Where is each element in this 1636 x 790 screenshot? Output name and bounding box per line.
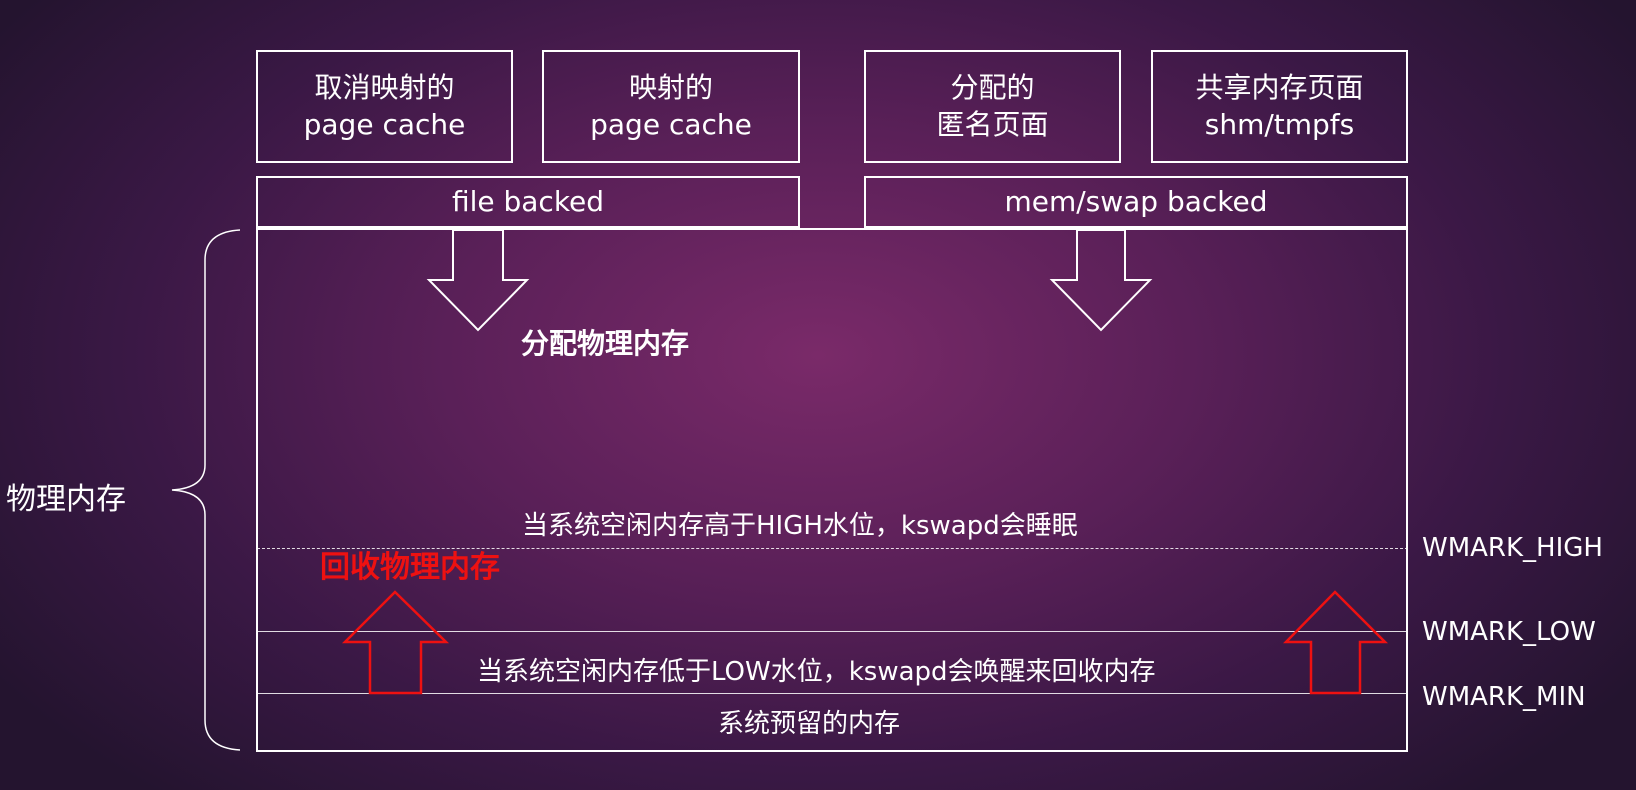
wmark-min-label: WMARK_MIN: [1422, 682, 1586, 712]
reclaim-arrow-right: [1283, 590, 1389, 695]
low-watermark-note: 当系统空闲内存低于LOW水位，kswapd会唤醒来回收内存: [477, 657, 1156, 687]
reclaim-physical-memory-label: 回收物理内存: [320, 550, 500, 585]
wmark-high-label: WMARK_HIGH: [1422, 533, 1603, 563]
allocate-physical-memory-label: 分配物理内存: [521, 327, 690, 360]
wmark-low-label: WMARK_LOW: [1422, 617, 1596, 647]
physical-memory-label: 物理内存: [6, 482, 126, 517]
allocate-arrow-right: [1049, 229, 1153, 332]
reclaim-arrow-left: [341, 590, 450, 695]
allocate-arrow-left: [426, 229, 530, 332]
reserved-memory-note: 系统预留的内存: [718, 709, 901, 739]
high-watermark-note: 当系统空闲内存高于HIGH水位，kswapd会睡眠: [522, 511, 1078, 541]
physical-memory-brace: [171, 229, 241, 751]
